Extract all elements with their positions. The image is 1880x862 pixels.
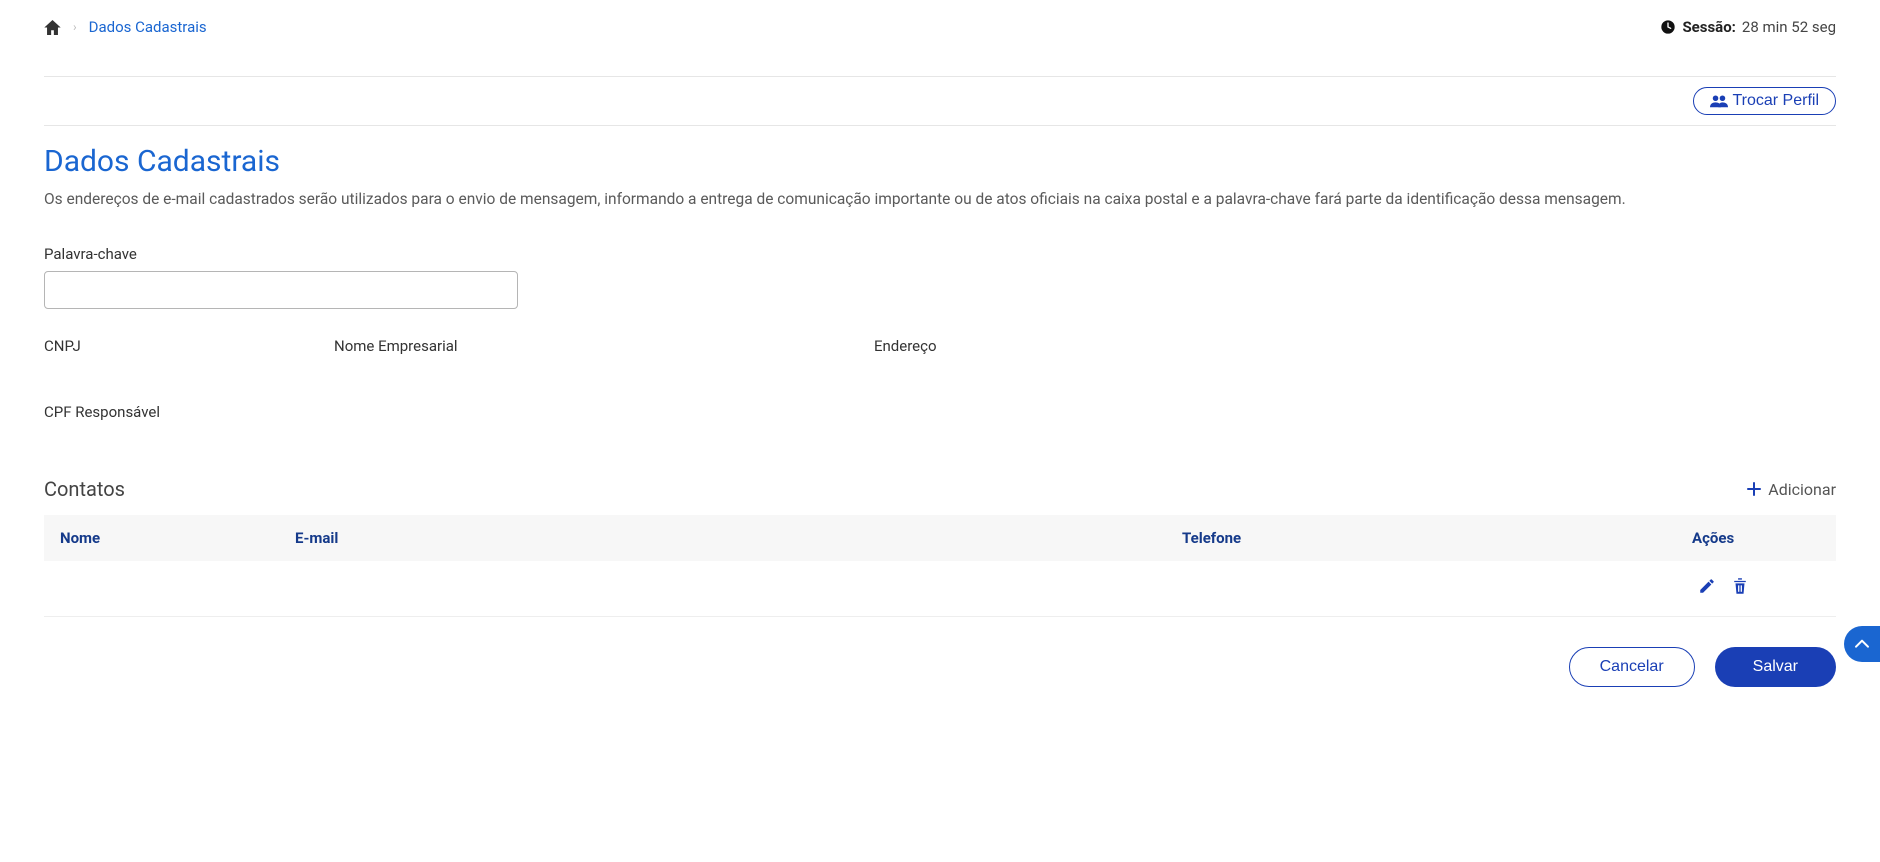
edit-button[interactable] bbox=[1692, 575, 1722, 602]
keyword-label: Palavra-chave bbox=[44, 245, 1836, 263]
page-description: Os endereços de e-mail cadastrados serão… bbox=[44, 187, 1836, 211]
session-time: 28 min 52 seg bbox=[1742, 18, 1836, 36]
session-label: Sessão: bbox=[1682, 18, 1735, 36]
trash-icon bbox=[1732, 577, 1748, 595]
cell-nome bbox=[44, 561, 279, 617]
endereco-label: Endereço bbox=[874, 337, 937, 355]
add-contact-button[interactable]: Adicionar bbox=[1746, 480, 1836, 499]
add-contact-label: Adicionar bbox=[1768, 480, 1836, 499]
breadcrumb-separator: › bbox=[73, 20, 77, 34]
cnpj-label: CNPJ bbox=[44, 337, 81, 355]
divider bbox=[44, 125, 1836, 126]
scroll-top-button[interactable] bbox=[1844, 626, 1880, 662]
home-icon[interactable] bbox=[44, 20, 61, 35]
table-row bbox=[44, 561, 1836, 617]
col-email: E-mail bbox=[279, 515, 1166, 561]
keyword-input[interactable] bbox=[44, 271, 518, 309]
plus-icon bbox=[1746, 481, 1762, 497]
breadcrumb-current[interactable]: Dados Cadastrais bbox=[89, 18, 207, 36]
switch-profile-button[interactable]: Trocar Perfil bbox=[1693, 87, 1836, 115]
contacts-table: Nome E-mail Telefone Ações bbox=[44, 515, 1836, 617]
cell-telefone bbox=[1166, 561, 1676, 617]
nome-empresarial-label: Nome Empresarial bbox=[334, 337, 458, 355]
contacts-title: Contatos bbox=[44, 477, 125, 501]
users-icon bbox=[1710, 94, 1728, 108]
col-acoes: Ações bbox=[1676, 515, 1836, 561]
switch-profile-label: Trocar Perfil bbox=[1732, 92, 1819, 110]
cancel-button[interactable]: Cancelar bbox=[1569, 647, 1695, 687]
delete-button[interactable] bbox=[1726, 575, 1754, 602]
breadcrumb: › Dados Cadastrais bbox=[44, 18, 207, 36]
page-title: Dados Cadastrais bbox=[44, 144, 1836, 179]
col-telefone: Telefone bbox=[1166, 515, 1676, 561]
edit-icon bbox=[1698, 577, 1716, 595]
cell-email bbox=[279, 561, 1166, 617]
save-button[interactable]: Salvar bbox=[1715, 647, 1836, 687]
clock-icon bbox=[1660, 19, 1676, 35]
chevron-up-icon bbox=[1854, 639, 1870, 649]
col-nome: Nome bbox=[44, 515, 279, 561]
session-indicator: Sessão: 28 min 52 seg bbox=[1660, 18, 1836, 36]
cpf-responsavel-label: CPF Responsável bbox=[44, 403, 160, 421]
